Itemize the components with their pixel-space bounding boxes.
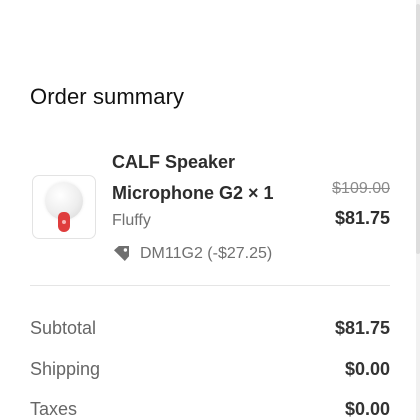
scrollbar-thumb[interactable] [416,4,420,254]
original-price: $109.00 [332,180,390,197]
subtotal-value: $81.75 [334,318,390,338]
cart-line-item: CALF Speaker Microphone G2 × 1 Fluffy DM… [30,144,390,269]
subtotal-row: Subtotal $81.75 [30,316,390,340]
product-variant: Fluffy [112,212,151,229]
taxes-row: Taxes $0.00 [30,397,390,420]
product-thumbnail [32,175,96,239]
product-name: CALF Speaker Microphone G2 × 1 [112,152,274,203]
discount-code-text: DM11G2 (-$27.25) [140,245,273,262]
taxes-label: Taxes [30,399,78,419]
summary-divider [30,285,390,286]
order-summary-title: Order summary [30,84,185,109]
shipping-label: Shipping [30,359,101,379]
order-summary-page: Order summary CALF Speaker Microphone G2… [0,0,420,420]
sale-price: $81.75 [334,208,390,228]
tag-icon [114,246,129,261]
subtotal-label: Subtotal [30,318,97,338]
shipping-value: $0.00 [344,359,390,379]
scrollbar-track[interactable] [416,0,420,420]
shipping-row: Shipping $0.00 [30,357,390,381]
taxes-value: $0.00 [344,399,390,419]
discount-code: DM11G2 (-$27.25) [112,244,272,264]
microphone-button-icon [62,220,66,224]
